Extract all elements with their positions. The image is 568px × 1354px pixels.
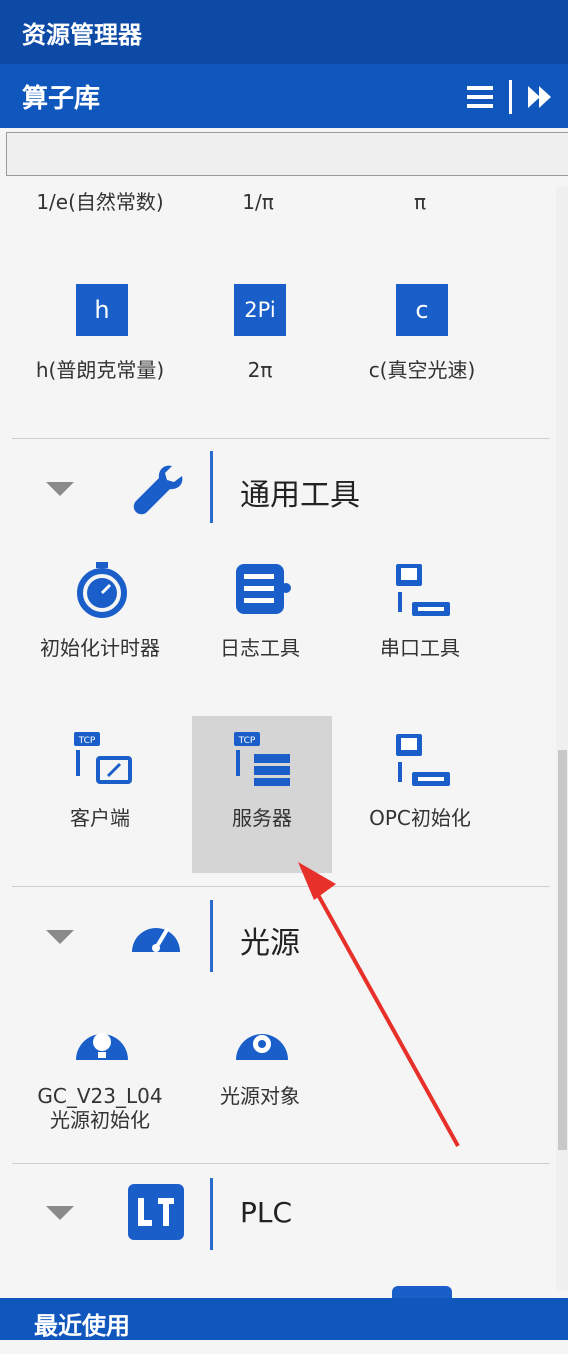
annotation-arrow (298, 862, 460, 1147)
